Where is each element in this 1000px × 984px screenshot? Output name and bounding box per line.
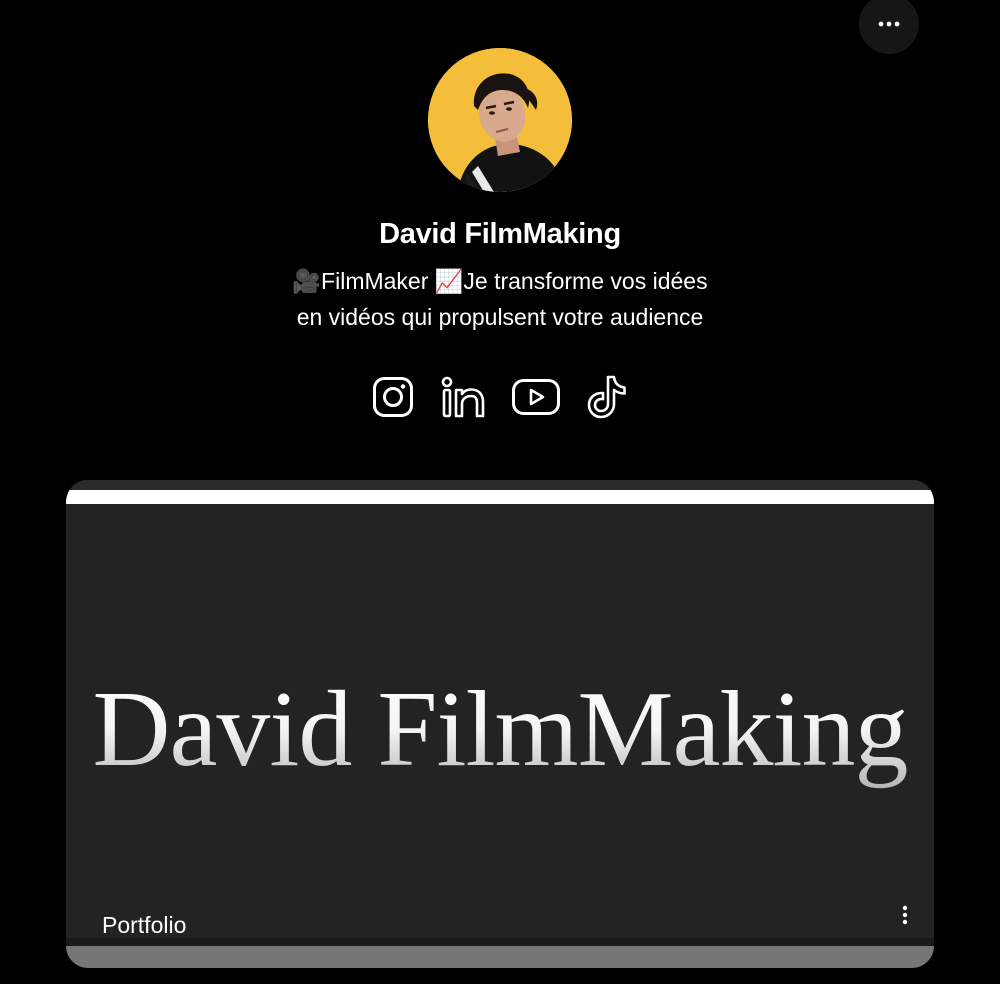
card-label: Portfolio [102, 912, 187, 938]
instagram-icon [373, 377, 413, 417]
avatar [428, 48, 572, 192]
youtube-icon [511, 379, 560, 415]
linkedin-icon [442, 376, 485, 418]
bio-line: en vidéos qui propulsent votre audience [296, 304, 704, 330]
options-button[interactable] [859, 0, 919, 54]
tiktok-icon [587, 375, 626, 419]
card-thumbnail-top-band [66, 480, 934, 490]
instagram-link[interactable] [366, 370, 420, 424]
card-thumbnail-text: David FilmMaking [66, 660, 934, 800]
linkedin-link[interactable] [437, 370, 491, 424]
tiktok-link[interactable] [580, 370, 634, 424]
profile-name: David FilmMaking [379, 218, 621, 250]
avatar-photo [428, 48, 572, 192]
portfolio-link-card[interactable]: David FilmMaking Portfolio [66, 480, 934, 968]
card-thumbnail-gray-band [66, 946, 934, 968]
bio-line: 🎥FilmMaker 📈Je transforme vos idées [292, 268, 708, 294]
card-thumbnail-white-band [66, 490, 934, 504]
card-menu-button[interactable] [892, 900, 918, 930]
more-horizontal-icon [878, 21, 900, 27]
card-thumbnail-bottom-band [66, 938, 934, 946]
more-vertical-icon [902, 905, 908, 925]
profile-bio: 🎥FilmMaker 📈Je transforme vos idées en v… [250, 263, 750, 335]
social-links [366, 370, 634, 424]
youtube-link[interactable] [509, 370, 563, 424]
